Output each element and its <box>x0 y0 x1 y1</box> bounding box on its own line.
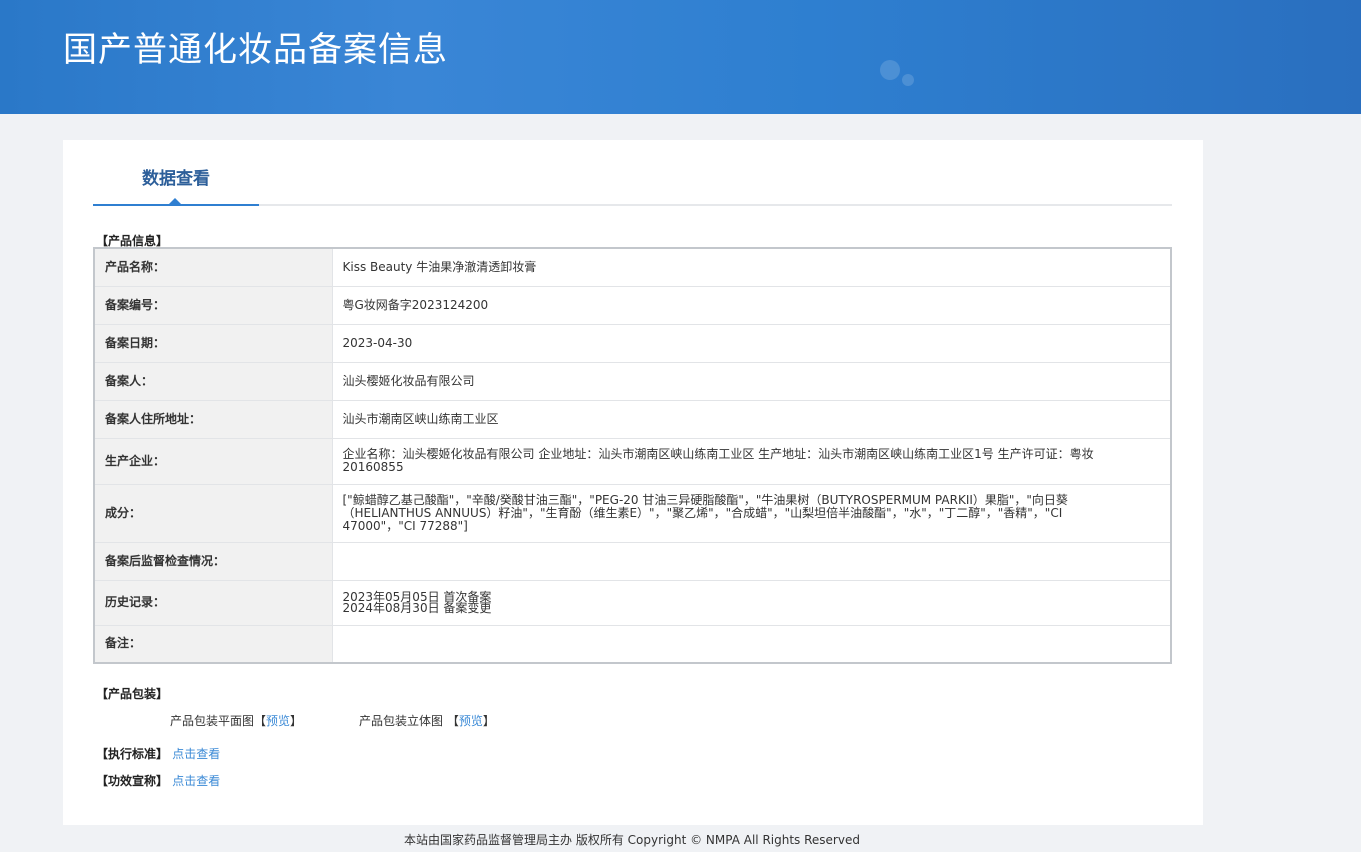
product-info-table: 产品名称： Kiss Beauty 牛油果净澈清透卸妆膏 备案编号： 粤G妆网备字2… <box>93 247 1172 664</box>
table-row: 备案人住所地址： 汕头市潮南区峡山练南工业区 <box>93 399 1172 439</box>
history-entry: 2024年08月30日 备案变更 <box>342 600 492 615</box>
row-value: 2023年05月05日 首次备案 2024年08月30日 备案变更 <box>331 579 1172 626</box>
decoration <box>902 74 914 86</box>
table-row: 备案编号： 粤G妆网备字2023124200 <box>93 285 1172 325</box>
row-value: 粤G妆网备字2023124200 <box>331 285 1172 325</box>
standard-label: 【执行标准】 <box>96 747 169 761</box>
standard-row: 【执行标准】 点击查看 <box>96 745 220 762</box>
claim-view-link[interactable]: 点击查看 <box>172 774 220 788</box>
row-value: 企业名称：汕头樱姬化妆品有限公司 企业地址：汕头市潮南区峡山练南工业区 生产地址… <box>331 437 1172 485</box>
table-row: 历史记录： 2023年05月05日 首次备案 2024年08月30日 备案变更 <box>93 579 1172 626</box>
table-row: 备案日期： 2023-04-30 <box>93 323 1172 363</box>
row-value: 汕头樱姬化妆品有限公司 <box>331 361 1172 401</box>
bracket: 】 <box>482 714 495 728</box>
row-label: 备案日期： <box>93 323 333 363</box>
preview-flat-link[interactable]: 预览 <box>266 714 290 728</box>
row-value: ["鲸蜡醇乙基己酸酯"，"辛酸/癸酸甘油三酯"，"PEG-20 甘油三异硬脂酸酯… <box>331 483 1172 543</box>
bracket: 【 <box>446 714 459 728</box>
page-title: 国产普通化妆品备案信息 <box>63 30 448 70</box>
row-label: 备注： <box>93 624 333 664</box>
footer-copyright: 本站由国家药品监督管理局主办 版权所有 Copyright © NMPA All… <box>404 833 860 847</box>
row-value <box>331 624 1172 664</box>
bracket: 】 <box>290 714 303 728</box>
tab-bar: 数据查看 <box>93 160 1172 206</box>
row-label: 产品名称： <box>93 247 333 287</box>
row-label: 历史记录： <box>93 579 333 626</box>
header-banner: 国产普通化妆品备案信息 <box>0 0 1361 114</box>
section-packaging: 【产品包装】 <box>96 687 169 701</box>
claim-label: 【功效宣称】 <box>96 774 169 788</box>
table-row: 备注： <box>93 624 1172 664</box>
table-row: 产品名称： Kiss Beauty 牛油果净澈清透卸妆膏 <box>93 247 1172 287</box>
bracket: 【 <box>254 714 267 728</box>
table-row: 生产企业： 企业名称：汕头樱姬化妆品有限公司 企业地址：汕头市潮南区峡山练南工业区… <box>93 437 1172 485</box>
packaging-flat: 产品包装平面图【预览】 <box>170 712 302 729</box>
row-label: 备案编号： <box>93 285 333 325</box>
claim-row: 【功效宣称】 点击查看 <box>96 772 220 789</box>
tab-data-view[interactable]: 数据查看 <box>93 160 259 206</box>
table-row: 备案后监督检查情况： <box>93 541 1172 581</box>
table-row: 成分： ["鲸蜡醇乙基己酸酯"，"辛酸/癸酸甘油三酯"，"PEG-20 甘油三异硬… <box>93 483 1172 543</box>
row-value: 2023-04-30 <box>331 323 1172 363</box>
row-label: 成分： <box>93 483 333 543</box>
table-row: 备案人： 汕头樱姬化妆品有限公司 <box>93 361 1172 401</box>
decoration <box>880 60 900 80</box>
packaging-flat-label: 产品包装平面图 <box>170 714 255 728</box>
preview-solid-link[interactable]: 预览 <box>459 714 483 728</box>
row-value: 汕头市潮南区峡山练南工业区 <box>331 399 1172 439</box>
row-value <box>331 541 1172 581</box>
standard-view-link[interactable]: 点击查看 <box>172 747 220 761</box>
content-panel: 数据查看 【产品信息】 产品名称： Kiss Beauty 牛油果净澈清透卸妆膏 … <box>63 140 1203 825</box>
row-label: 备案后监督检查情况： <box>93 541 333 581</box>
row-label: 备案人： <box>93 361 333 401</box>
row-label: 备案人住所地址： <box>93 399 333 439</box>
packaging-solid: 产品包装立体图 【预览】 <box>359 712 495 729</box>
row-label: 生产企业： <box>93 437 333 485</box>
packaging-solid-label: 产品包装立体图 <box>359 714 444 728</box>
row-value: Kiss Beauty 牛油果净澈清透卸妆膏 <box>331 247 1172 287</box>
